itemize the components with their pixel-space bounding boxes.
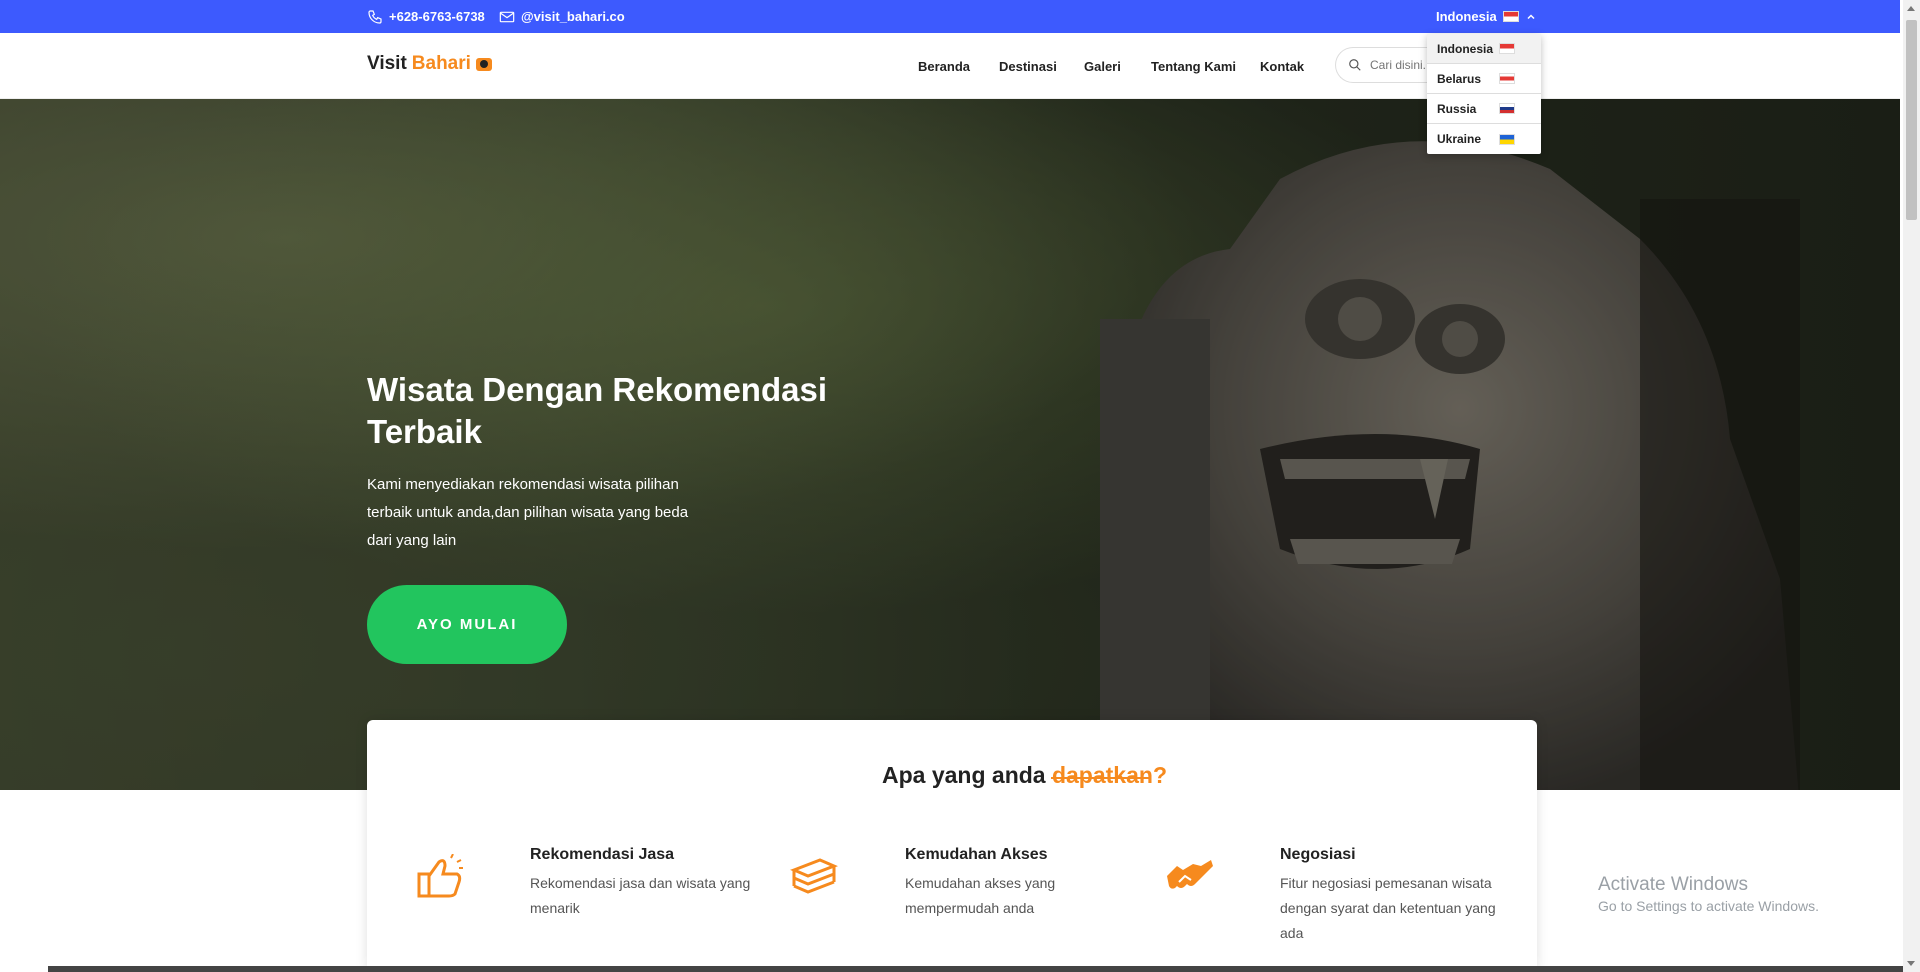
feature-title: Negosiasi bbox=[1280, 846, 1356, 863]
flag-indonesia-icon bbox=[1502, 11, 1519, 22]
start-button[interactable]: AYO MULAI bbox=[367, 585, 567, 664]
brand-name-main: Visit bbox=[367, 53, 407, 74]
scroll-down-arrow-icon[interactable] bbox=[1907, 961, 1915, 966]
hero-overlay bbox=[0, 99, 1900, 790]
hero-title: Wisata Dengan Rekomendasi Terbaik bbox=[367, 371, 828, 450]
language-option-russia[interactable]: Russia bbox=[1427, 94, 1541, 124]
heading-underline bbox=[1051, 777, 1151, 779]
phone-contact[interactable]: +628-6763-6738 bbox=[367, 0, 485, 33]
watermark-subtitle: Go to Settings to activate Windows. bbox=[1598, 898, 1819, 914]
scroll-up-arrow-icon[interactable] bbox=[1907, 6, 1915, 11]
chevron-up-icon bbox=[1527, 13, 1535, 19]
nav-galeri[interactable]: Galeri bbox=[1084, 59, 1121, 74]
email-contact[interactable]: @visit_bahari.co bbox=[499, 0, 625, 33]
features-heading-accent: dapatkan? bbox=[1051, 762, 1167, 788]
language-option-ukraine[interactable]: Ukraine bbox=[1427, 124, 1541, 154]
flag-indonesia-icon bbox=[1499, 43, 1515, 54]
email-address: @visit_bahari.co bbox=[521, 9, 625, 24]
features-heading: Apa yang anda dapatkan? bbox=[367, 762, 1167, 789]
watermark-title: Activate Windows bbox=[1598, 874, 1748, 895]
phone-number: +628-6763-6738 bbox=[389, 9, 485, 24]
nav-kontak[interactable]: Kontak bbox=[1260, 59, 1304, 74]
language-selector[interactable]: Indonesia bbox=[1436, 0, 1537, 33]
language-option-indonesia[interactable]: Indonesia bbox=[1427, 34, 1541, 64]
camera-icon bbox=[475, 57, 492, 71]
flag-russia-icon bbox=[1499, 103, 1515, 114]
flag-ukraine-icon bbox=[1499, 133, 1515, 145]
search-box bbox=[1335, 47, 1435, 83]
language-option-label: Ukraine bbox=[1437, 132, 1482, 146]
search-input[interactable] bbox=[1370, 58, 1430, 72]
language-dropdown: Indonesia Belarus Russia Ukraine bbox=[1427, 34, 1541, 154]
language-option-label: Indonesia bbox=[1437, 41, 1494, 56]
feature-description: Fitur negosiasi pemesanan wisata dengan … bbox=[1280, 875, 1496, 941]
hero-section: Wisata Dengan Rekomendasi Terbaik Kami m… bbox=[0, 99, 1900, 790]
language-current-label: Indonesia bbox=[1436, 9, 1497, 24]
stack-layers-icon bbox=[790, 858, 838, 894]
thumbs-up-icon bbox=[417, 854, 463, 898]
feature-title: Rekomendasi Jasa bbox=[530, 846, 675, 863]
brand-name-accent: Bahari bbox=[411, 53, 471, 74]
top-contact-bar: +628-6763-6738 @visit_bahari.co Indonesi… bbox=[0, 0, 1900, 33]
nav-destinasi[interactable]: Destinasi bbox=[999, 59, 1057, 74]
page-scrollbar[interactable] bbox=[1903, 0, 1920, 972]
scrollbar-thumb[interactable] bbox=[1906, 20, 1917, 220]
language-option-label: Russia bbox=[1437, 101, 1477, 116]
windows-activation-watermark: Activate Windows Go to Settings to activ… bbox=[1598, 874, 1819, 914]
main-navbar: Visit Bahari Beranda Destinasi Galeri Te… bbox=[0, 33, 1900, 99]
feature-description: Rekomendasi jasa dan wisata yang menarik bbox=[530, 875, 751, 916]
next-section-edge bbox=[48, 966, 1903, 972]
mail-icon bbox=[499, 11, 515, 22]
brand-logo[interactable]: Visit Bahari bbox=[367, 53, 492, 75]
nav-tentang-kami[interactable]: Tentang Kami bbox=[1151, 59, 1236, 74]
search-icon[interactable] bbox=[1348, 58, 1362, 72]
hero-description: Kami menyediakan rekomendasi wisata pili… bbox=[367, 476, 689, 549]
feature-description: Kemudahan akses yang mempermudah anda bbox=[905, 875, 1056, 916]
handshake-icon bbox=[1167, 860, 1213, 889]
language-option-belarus[interactable]: Belarus bbox=[1427, 64, 1541, 94]
feature-title: Kemudahan Akses bbox=[905, 846, 1048, 863]
phone-icon bbox=[368, 9, 382, 24]
features-heading-main: Apa yang anda bbox=[881, 762, 1052, 788]
flag-belarus-icon bbox=[1499, 73, 1515, 84]
language-option-label: Belarus bbox=[1437, 71, 1482, 86]
features-card: Apa yang anda dapatkan? Rekomendasi Jasa… bbox=[367, 720, 1537, 972]
nav-beranda[interactable]: Beranda bbox=[918, 59, 970, 74]
